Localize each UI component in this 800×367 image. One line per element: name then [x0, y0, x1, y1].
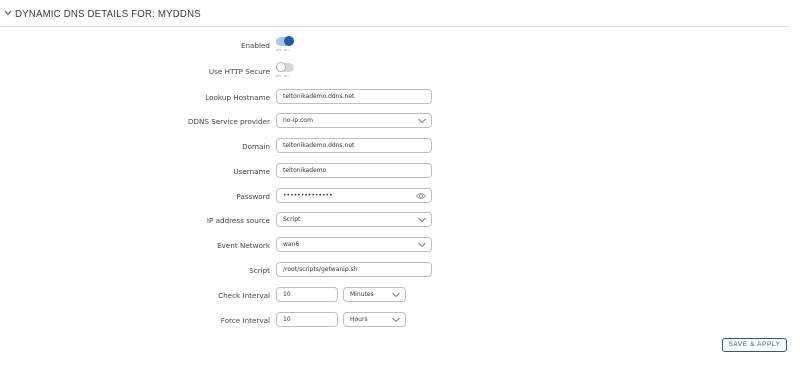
toggle-off-label: off	[276, 73, 281, 78]
https-label: Use HTTP Secure	[208, 67, 270, 76]
toggle-state-labels: off on	[276, 73, 292, 78]
https-row: Use HTTP Secure off on	[0, 62, 800, 83]
force-interval-unit-select[interactable]: Hours	[343, 312, 406, 327]
enabled-label: Enabled	[240, 41, 270, 50]
check-interval-unit-select[interactable]: Minutes	[343, 287, 406, 302]
toggle-state-labels: off on	[276, 47, 292, 52]
password-row: Password ••••••••••••••	[0, 188, 800, 208]
toggle-knob	[284, 36, 294, 46]
force-interval-row: Force Interval 10 Hours	[0, 312, 800, 332]
save-apply-button[interactable]: SAVE & APPLY	[722, 338, 787, 352]
domain-label: Domain	[242, 142, 270, 151]
domain-input[interactable]: teltonikademo.ddns.net	[276, 138, 432, 153]
check-interval-unit-value: Minutes	[350, 291, 374, 298]
enabled-toggle[interactable]: off on	[276, 36, 300, 57]
chevron-down-icon	[4, 10, 12, 16]
check-interval-label: Check Interval	[218, 291, 270, 300]
script-input[interactable]: /root/scripts/getwanip.sh	[276, 262, 432, 277]
enabled-row: Enabled off on	[0, 36, 800, 57]
password-label: Password	[236, 192, 270, 201]
service-provider-value: no-ip.com	[283, 117, 313, 124]
chevron-down-icon	[418, 242, 426, 248]
username-input[interactable]: teltonikademo	[276, 163, 432, 178]
section-title: DYNAMIC DNS DETAILS FOR: MYDDNS	[15, 8, 201, 20]
chevron-down-icon	[392, 292, 400, 298]
script-row: Script /root/scripts/getwanip.sh	[0, 262, 800, 282]
ip-source-label: IP address source	[206, 216, 270, 225]
section-header[interactable]: DYNAMIC DNS DETAILS FOR: MYDDNS	[0, 0, 788, 27]
chevron-down-icon	[418, 118, 426, 124]
https-toggle[interactable]: off on	[276, 62, 300, 83]
script-label: Script	[249, 266, 270, 275]
toggle-knob	[276, 62, 286, 72]
ip-source-value: Script	[283, 216, 301, 223]
ip-source-select[interactable]: Script	[276, 212, 432, 227]
check-interval-input[interactable]: 10	[276, 287, 338, 302]
ip-source-row: IP address source Script	[0, 212, 800, 232]
toggle-on-label: on	[283, 47, 289, 52]
toggle-track	[276, 62, 294, 72]
lookup-hostname-row: Lookup Hostname teltonikademo.ddns.net	[0, 89, 800, 109]
check-interval-row: Check Interval 10 Minutes	[0, 287, 800, 307]
force-interval-input[interactable]: 10	[276, 312, 338, 327]
toggle-track	[276, 36, 294, 46]
event-network-label: Event Network	[217, 241, 270, 250]
domain-row: Domain teltonikademo.ddns.net	[0, 138, 800, 158]
eye-icon[interactable]	[416, 192, 426, 200]
service-provider-label: DDNS Service provider	[187, 117, 270, 126]
toggle-off-label: off	[276, 47, 281, 52]
service-provider-select[interactable]: no-ip.com	[276, 113, 432, 128]
password-value: ••••••••••••••	[283, 192, 333, 199]
lookup-hostname-label: Lookup Hostname	[205, 93, 270, 102]
password-input[interactable]: ••••••••••••••	[276, 188, 432, 203]
event-network-value: wan6	[283, 241, 300, 248]
chevron-down-icon	[392, 317, 400, 323]
lookup-hostname-input[interactable]: teltonikademo.ddns.net	[276, 89, 432, 104]
event-network-row: Event Network wan6	[0, 237, 800, 257]
event-network-select[interactable]: wan6	[276, 237, 432, 252]
force-interval-label: Force Interval	[220, 316, 270, 325]
username-label: Username	[233, 167, 270, 176]
service-provider-row: DDNS Service provider no-ip.com	[0, 113, 800, 133]
force-interval-unit-value: Hours	[350, 316, 368, 323]
username-row: Username teltonikademo	[0, 163, 800, 183]
chevron-down-icon	[418, 217, 426, 223]
toggle-on-label: on	[283, 73, 289, 78]
